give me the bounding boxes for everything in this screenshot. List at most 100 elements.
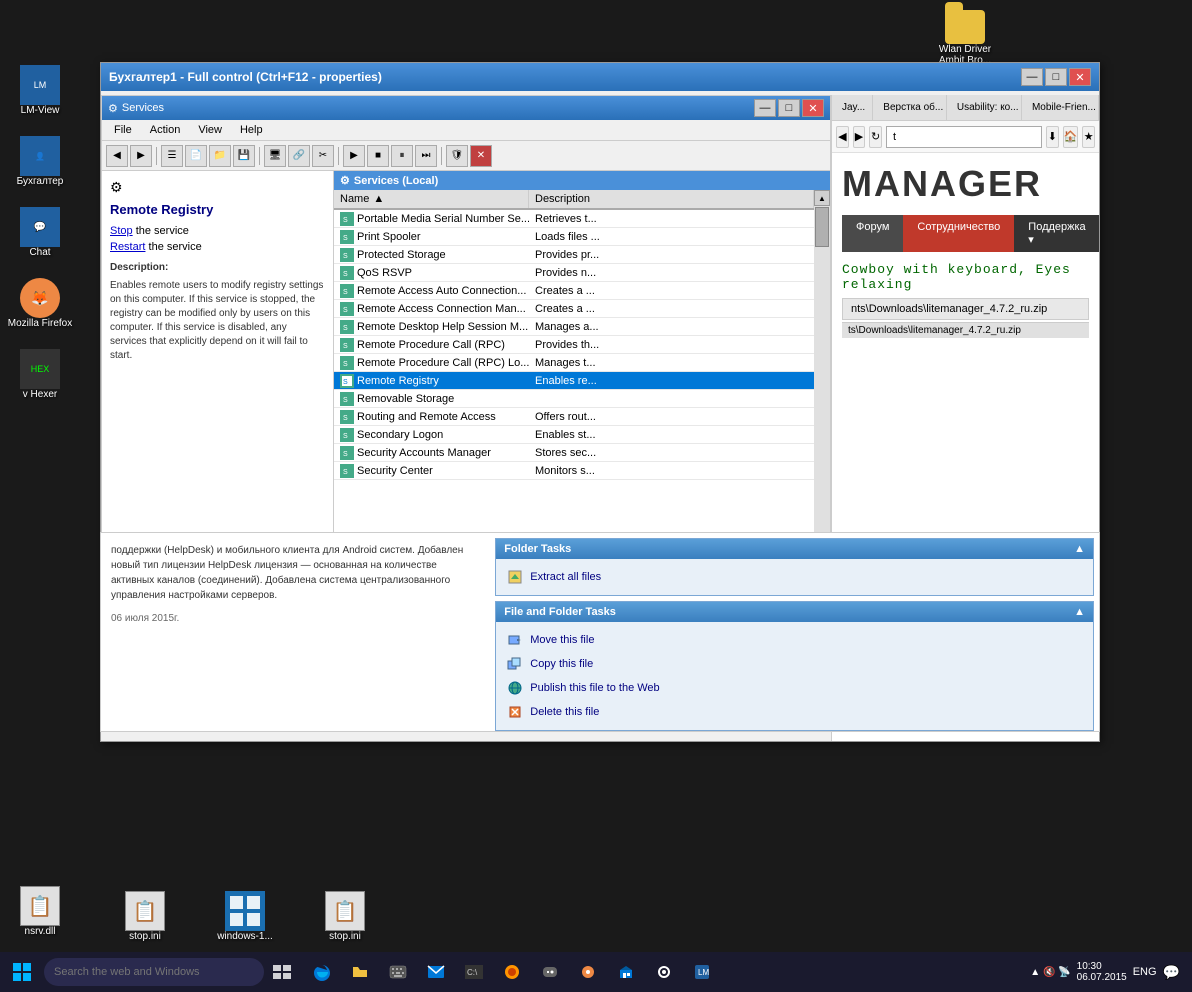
table-row[interactable]: SRemovable Storage xyxy=(334,390,814,408)
table-row[interactable]: SRouting and Remote AccessOffers rout... xyxy=(334,408,814,426)
nav-refresh[interactable]: ↻ xyxy=(869,126,882,148)
nav-home[interactable]: 🏠 xyxy=(1063,126,1079,148)
taskbar-firefox[interactable] xyxy=(494,954,530,990)
toolbar-play[interactable]: ▶ xyxy=(343,145,365,167)
table-row[interactable]: SRemote Desktop Help Session M...Manages… xyxy=(334,318,814,336)
services-maximize-button[interactable]: □ xyxy=(778,99,800,117)
taskbar-settings[interactable] xyxy=(646,954,682,990)
menu-file[interactable]: File xyxy=(106,122,140,138)
toolbar-back[interactable]: ◀ xyxy=(106,145,128,167)
firefox-icon[interactable]: 🦊 Mozilla Firefox xyxy=(5,278,75,329)
nav-download[interactable]: ⬇ xyxy=(1046,126,1059,148)
toolbar-forward[interactable]: ▶ xyxy=(130,145,152,167)
toolbar-x[interactable]: ✕ xyxy=(470,145,492,167)
nav-back[interactable]: ◀ xyxy=(836,126,849,148)
folder-tasks-header[interactable]: Folder Tasks ▲ xyxy=(496,539,1093,559)
start-button[interactable] xyxy=(4,954,40,990)
scroll-thumb[interactable] xyxy=(815,207,829,247)
file-folder-tasks-panel: File and Folder Tasks ▲ Move this fil xyxy=(495,601,1094,731)
desktop-icon-windows[interactable]: windows-1... xyxy=(210,891,280,942)
publish-file-label: Publish this file to the Web xyxy=(530,682,659,694)
taskbar-mail[interactable] xyxy=(418,954,454,990)
file-folder-tasks-collapse[interactable]: ▲ xyxy=(1074,606,1085,618)
restart-service-link[interactable]: Restart xyxy=(110,241,145,253)
taskbar-explorer[interactable] xyxy=(342,954,378,990)
menu-help[interactable]: Help xyxy=(232,122,271,138)
toolbar-open[interactable]: 📁 xyxy=(209,145,231,167)
service-row-icon: S xyxy=(340,212,354,226)
table-row[interactable]: SQoS RSVPProvides n... xyxy=(334,264,814,282)
minimize-button[interactable]: — xyxy=(1021,68,1043,86)
table-row[interactable]: SSecurity CenterMonitors s... xyxy=(334,462,814,480)
copy-file-task[interactable]: Copy this file xyxy=(502,652,1087,676)
toolbar-save[interactable]: 💾 xyxy=(233,145,255,167)
toolbar-disconnect[interactable]: ✂ xyxy=(312,145,334,167)
toolbar-pause[interactable]: ⏸ xyxy=(391,145,413,167)
task-view-button[interactable] xyxy=(264,954,300,990)
taskbar-edge[interactable] xyxy=(304,954,340,990)
taskbar-game[interactable] xyxy=(532,954,568,990)
lm-view-icon[interactable]: LM LM-View xyxy=(5,65,75,116)
taskbar-keyboard[interactable] xyxy=(380,954,416,990)
nav-bookmark[interactable]: ★ xyxy=(1082,126,1095,148)
move-file-task[interactable]: Move this file xyxy=(502,628,1087,652)
toolbar-monitor[interactable]: 🖥 xyxy=(264,145,286,167)
table-row[interactable]: SRemote Procedure Call (RPC)Provides th.… xyxy=(334,336,814,354)
th-description[interactable]: Description xyxy=(529,190,814,208)
taskbar-search[interactable] xyxy=(44,958,264,986)
toolbar-view[interactable]: ☰ xyxy=(161,145,183,167)
browser-tab-1[interactable]: Jay... xyxy=(832,95,873,120)
svg-text:S: S xyxy=(343,289,348,296)
th-name[interactable]: Name ▲ xyxy=(334,190,529,208)
services-close-button[interactable]: ✕ xyxy=(802,99,824,117)
desktop-icon-stop-ini-1[interactable]: 📋 stop.ini xyxy=(110,891,180,942)
table-row[interactable]: SRemote Procedure Call (RPC) Lo...Manage… xyxy=(334,354,814,372)
table-row[interactable]: SSecondary LogonEnables st... xyxy=(334,426,814,444)
desktop-icon-stop-ini-2[interactable]: 📋 stop.ini xyxy=(310,891,380,942)
site-nav-forum[interactable]: Форум xyxy=(842,215,903,252)
menu-action[interactable]: Action xyxy=(142,122,189,138)
toolbar-new[interactable]: 📄 xyxy=(185,145,207,167)
taskbar-cmd[interactable]: C:\ xyxy=(456,954,492,990)
buhgalter-icon[interactable]: 👤 Бухгалтер xyxy=(5,136,75,187)
notifications-icon[interactable]: 💬 xyxy=(1163,964,1180,981)
table-row[interactable]: SProtected StorageProvides pr... xyxy=(334,246,814,264)
language-indicator[interactable]: ENG xyxy=(1133,966,1157,978)
toolbar-restart[interactable]: ⏭ xyxy=(415,145,437,167)
taskbar-music[interactable] xyxy=(570,954,606,990)
toolbar-connect[interactable]: 🔗 xyxy=(288,145,310,167)
maximize-button[interactable]: □ xyxy=(1045,68,1067,86)
site-nav-support[interactable]: Поддержка ▾ xyxy=(1014,215,1099,252)
table-row[interactable]: SRemote RegistryEnables re... xyxy=(334,372,814,390)
table-row[interactable]: SPrint SpoolerLoads files ... xyxy=(334,228,814,246)
services-scrollbar[interactable]: ▲ ▼ xyxy=(814,190,830,552)
stop-service-link[interactable]: Stop xyxy=(110,225,133,237)
browser-tab-3[interactable]: Usability: ко... xyxy=(947,95,1022,120)
address-bar[interactable] xyxy=(886,126,1042,148)
chat-icon[interactable]: 💬 Chat xyxy=(5,207,75,258)
table-row[interactable]: SRemote Access Auto Connection...Creates… xyxy=(334,282,814,300)
table-row[interactable]: SPortable Media Serial Number Se...Retri… xyxy=(334,210,814,228)
toolbar-stop[interactable]: ■ xyxy=(367,145,389,167)
nav-forward[interactable]: ▶ xyxy=(853,126,866,148)
browser-tab-2[interactable]: Верстка об... xyxy=(873,95,947,120)
desktop-icon-wlan[interactable]: Wlan Driver Ambit Bro... xyxy=(930,10,1000,66)
services-minimize-button[interactable]: — xyxy=(754,99,776,117)
site-nav-cooperation[interactable]: Сотрудничество xyxy=(903,215,1014,252)
file-folder-tasks-header[interactable]: File and Folder Tasks ▲ xyxy=(496,602,1093,622)
extract-files-task[interactable]: Extract all files xyxy=(502,565,1087,589)
taskbar-store[interactable] xyxy=(608,954,644,990)
browser-tab-4[interactable]: Mobile-Frien... xyxy=(1022,95,1099,120)
publish-file-task[interactable]: Publish this file to the Web xyxy=(502,676,1087,700)
table-row[interactable]: SSecurity Accounts ManagerStores sec... xyxy=(334,444,814,462)
toolbar-shield[interactable]: 🛡 xyxy=(446,145,468,167)
folder-tasks-collapse[interactable]: ▲ xyxy=(1074,543,1085,555)
delete-file-task[interactable]: Delete this file xyxy=(502,700,1087,724)
close-button[interactable]: ✕ xyxy=(1069,68,1091,86)
taskbar-litemanager[interactable]: LM xyxy=(684,954,720,990)
menu-view[interactable]: View xyxy=(190,122,230,138)
hexer-icon[interactable]: HEX v Hexer xyxy=(5,349,75,400)
table-row[interactable]: SRemote Access Connection Man...Creates … xyxy=(334,300,814,318)
scroll-up-arrow[interactable]: ▲ xyxy=(814,190,830,206)
desktop-icon-insrv[interactable]: 📋 nsrv.dll xyxy=(5,886,75,937)
